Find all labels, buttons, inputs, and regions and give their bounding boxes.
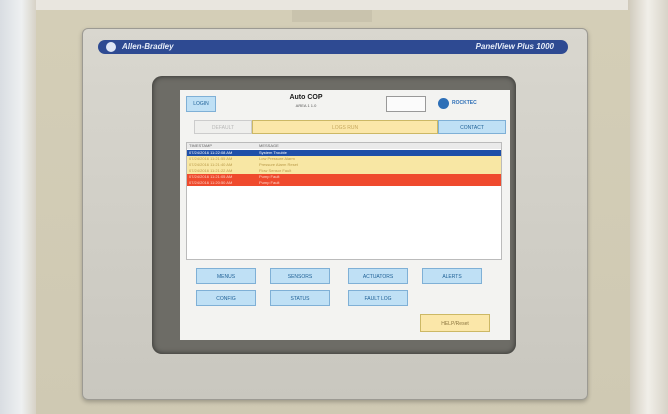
menus-button[interactable]: MENUS — [196, 268, 256, 284]
tab-default[interactable]: DEFAULT — [194, 120, 252, 134]
wall-left — [0, 0, 36, 414]
info-box — [386, 96, 426, 112]
fault-log-button[interactable]: FAULT LOG — [348, 290, 408, 306]
ab-logo-icon — [106, 42, 116, 52]
help-reset-button[interactable]: HELP/Reset — [420, 314, 490, 332]
config-button[interactable]: CONFIG — [196, 290, 256, 306]
alarm-table-header: TIMESTAMP MESSAGE — [187, 143, 501, 149]
row-message: Pump Fault — [259, 180, 280, 185]
hmi-screen: LOGIN Auto COP AREA 1 1.0 ROCKTEC DEFAUL… — [180, 90, 510, 340]
top-sticker — [292, 10, 372, 22]
alarm-table[interactable]: TIMESTAMP MESSAGE 07/24/2016 11:22:08 AM… — [186, 142, 502, 260]
company-logo: ROCKTEC — [436, 95, 488, 113]
app-subtitle: AREA 1 1.0 — [295, 103, 317, 108]
actuators-button[interactable]: ACTUATORS — [348, 268, 408, 284]
brand-name: Allen-Bradley — [122, 42, 174, 51]
status-button[interactable]: STATUS — [270, 290, 330, 306]
company-logo-text: ROCKTEC — [452, 100, 477, 106]
model-name: PanelView Plus 1000 — [475, 42, 554, 51]
tab-contact[interactable]: CONTACT — [438, 120, 506, 134]
app-title: Auto COP — [289, 94, 323, 101]
login-button[interactable]: LOGIN — [186, 96, 216, 112]
tab-logs-run[interactable]: LOGS RUN — [252, 120, 438, 134]
row-time: 07/24/2016 11:20:50 AM — [189, 180, 233, 185]
table-row[interactable]: 07/24/2016 11:20:50 AM Pump Fault — [187, 180, 501, 186]
brand-bar: Allen-Bradley PanelView Plus 1000 — [98, 40, 568, 54]
wall-right — [628, 0, 668, 414]
sensors-button[interactable]: SENSORS — [270, 268, 330, 284]
company-logo-icon — [438, 98, 449, 109]
alerts-button[interactable]: ALERTS — [422, 268, 482, 284]
column-header-message: MESSAGE — [259, 143, 279, 148]
column-header-time: TIMESTAMP — [189, 143, 213, 148]
